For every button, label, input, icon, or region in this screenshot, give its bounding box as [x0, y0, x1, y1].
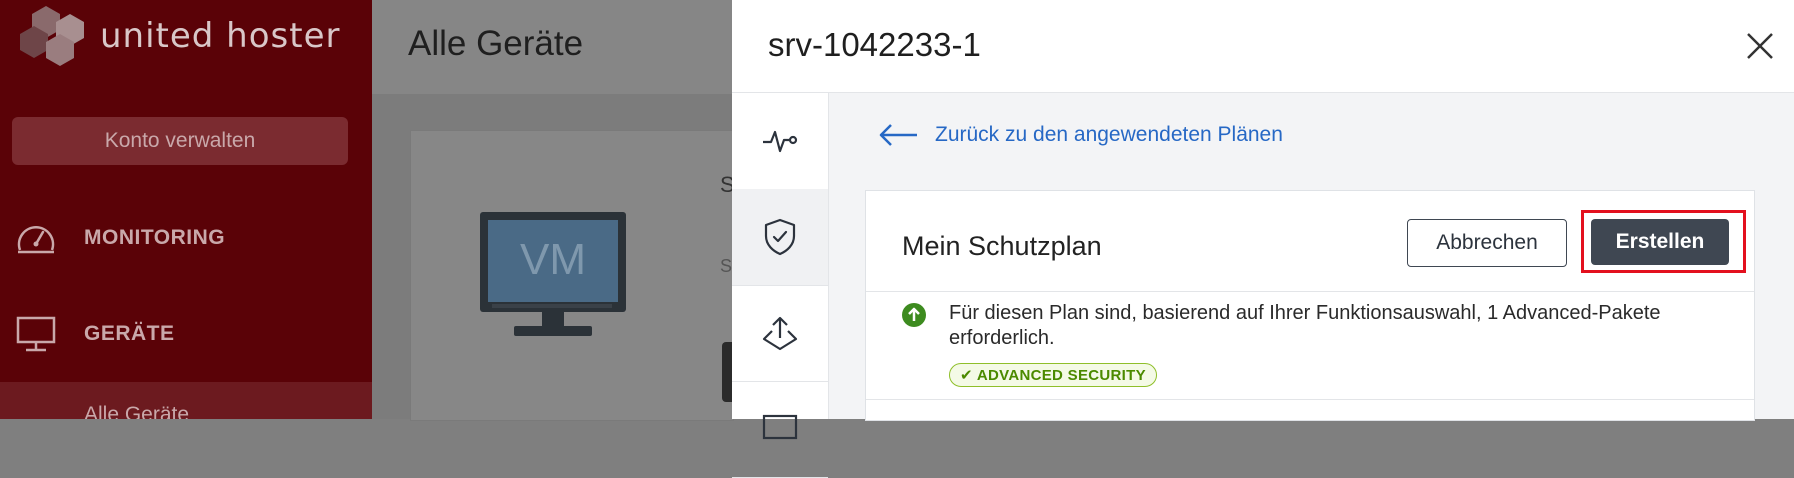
arrow-up-circle-icon — [902, 303, 926, 327]
badge-label: ADVANCED SECURITY — [976, 366, 1146, 384]
brand-logo[interactable]: united hoster — [12, 0, 340, 72]
plan-title: Mein Schutzplan — [902, 231, 1102, 261]
vm-label: VM — [520, 235, 586, 284]
tab-activity[interactable] — [732, 93, 828, 190]
sidebar-item-label: GERÄTE — [84, 322, 175, 345]
sidebar-item-label: MONITORING — [84, 226, 226, 249]
speedometer-icon — [12, 214, 60, 262]
close-icon[interactable] — [1742, 28, 1778, 64]
tab-protection[interactable] — [732, 189, 828, 286]
divider — [866, 399, 1754, 400]
panel-content: Zurück zu den angewendeten Plänen Mein S… — [829, 93, 1794, 421]
back-link-label: Zurück zu den angewendeten Plänen — [935, 123, 1283, 146]
checkmark-icon: ✔ — [960, 367, 973, 384]
brand-name: united hoster — [100, 16, 341, 56]
hexagon-logo-icon — [20, 6, 84, 66]
divider — [866, 291, 1754, 292]
create-button[interactable]: Erstellen — [1591, 219, 1729, 265]
cancel-button[interactable]: Abbrechen — [1407, 219, 1567, 267]
status-badge: ✔ ADVANCED SECURITY — [949, 363, 1157, 387]
sidebar: united hoster Konto verwalten MONITORING… — [0, 0, 372, 419]
manage-account-button[interactable]: Konto verwalten — [12, 117, 348, 165]
back-to-plans-link[interactable]: Zurück zu den angewendeten Plänen — [879, 123, 1283, 147]
activity-icon — [763, 130, 798, 153]
panel-title: srv-1042233-1 — [768, 26, 981, 63]
sidebar-subitem-all-devices[interactable]: Alle Geräte — [0, 382, 372, 419]
arrow-left-icon — [879, 124, 917, 146]
plan-card: Mein Schutzplan Abbrechen Erstellen Für … — [865, 190, 1755, 421]
shield-check-icon — [764, 218, 796, 256]
panel-tabs — [732, 93, 829, 478]
tab-backup[interactable] — [732, 285, 828, 382]
tab-device[interactable] — [732, 381, 828, 478]
device-card-text-fragment: S — [720, 256, 733, 276]
monitor-icon — [762, 414, 798, 440]
panel-header: srv-1042233-1 — [732, 0, 1794, 93]
sidebar-item-devices[interactable]: GERÄTE — [0, 304, 372, 364]
license-info-text: Für diesen Plan sind, basierend auf Ihre… — [949, 302, 1661, 349]
device-card-button-fragment[interactable] — [722, 342, 732, 402]
page-title: Alle Geräte — [408, 24, 584, 63]
vm-monitor-icon: VM — [480, 212, 626, 345]
device-panel: srv-1042233-1 Zurück zu den angewendeten… — [732, 0, 1794, 478]
upload-icon — [762, 316, 798, 351]
monitor-icon — [12, 310, 60, 358]
sidebar-item-monitoring[interactable]: MONITORING — [0, 208, 372, 268]
